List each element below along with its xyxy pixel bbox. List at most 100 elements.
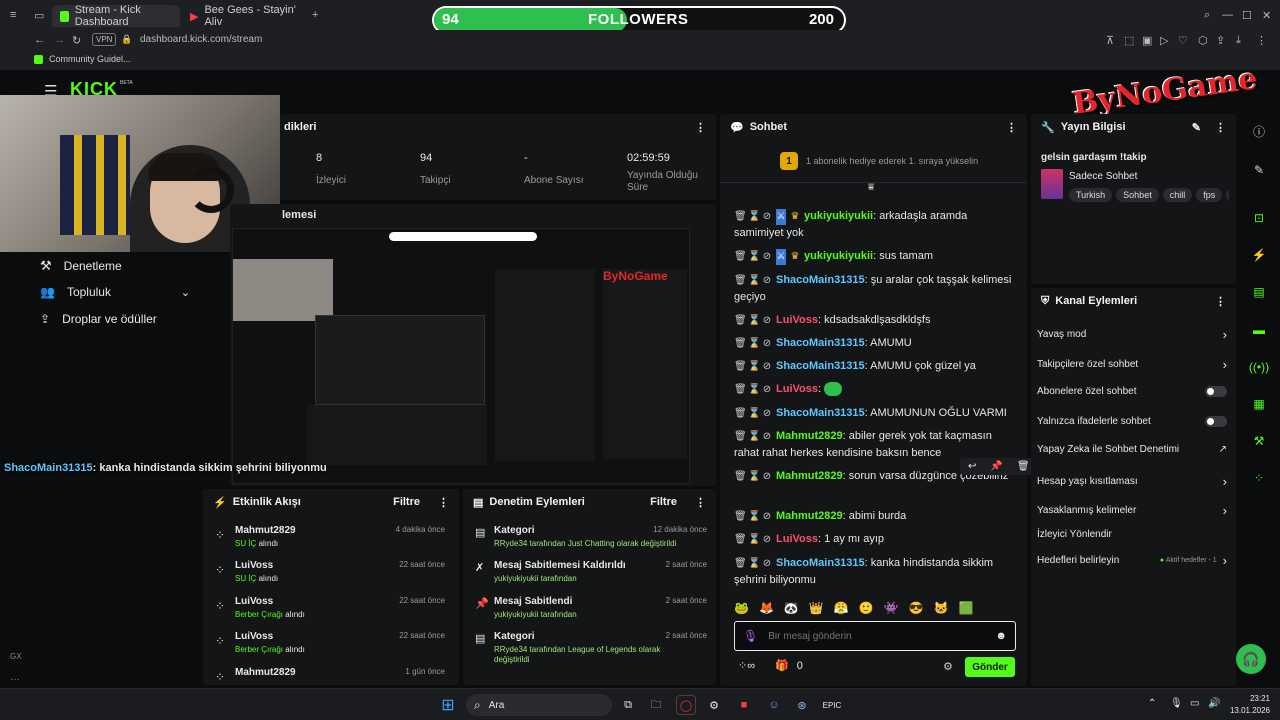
send-button[interactable]: Gönder [965,657,1015,677]
info-icon[interactable]: ⓘ [1245,119,1273,143]
trash-icon[interactable]: 🗑 [734,406,747,422]
ban-icon[interactable]: ⊘ [762,382,772,398]
vpn-badge[interactable]: VPN [92,33,117,46]
scan-icon[interactable]: ⊡ [1245,206,1273,230]
chat-message[interactable]: 🗑⌛ ⊘ Mahmut2829: abimi burda [734,508,1014,525]
toggle-switch[interactable] [1205,416,1227,427]
taskbar-clock[interactable]: 23:21 13.01.2026 [1226,693,1270,717]
timeout-icon[interactable]: ⌛ [748,249,760,265]
ban-icon[interactable]: ⊘ [762,249,772,265]
steam-icon[interactable]: ⊛ [792,695,812,715]
timeout-icon[interactable]: ⌛ [748,556,760,572]
timeout-icon[interactable]: ⌛ [748,273,760,289]
document-icon[interactable]: ▤ [1245,280,1273,304]
chat-message-input[interactable] [768,630,986,642]
activity-filter-button[interactable]: Filtre [393,496,420,508]
chat-username[interactable]: Mahmut2829 [776,430,843,442]
reply-icon[interactable]: ↩ [968,461,976,472]
timeout-icon[interactable]: ⌛ [748,359,760,375]
trash-icon[interactable]: 🗑 [734,509,747,525]
channel-actions-menu-icon[interactable]: ⋮ [1215,295,1226,308]
task-view-icon[interactable]: ⧉ [618,695,638,715]
pin-icon[interactable]: ⊼ [1106,34,1114,47]
tab-kick-dashboard[interactable]: Stream - Kick Dashboard [52,4,180,28]
ban-icon[interactable]: ⊘ [762,359,772,375]
activity-item[interactable]: ⁘ LuiVoss 22 saat önce Berber Çırağı alındı [205,628,455,662]
share-icon[interactable]: ⇪ [1216,34,1225,47]
chat-message[interactable]: 🗑⌛ ⊘ ShacoMain31315: AMUMU [734,335,1014,352]
timeout-icon[interactable]: ⌛ [748,382,760,398]
chat-username[interactable]: LuiVoss [776,533,818,545]
file-explorer-icon[interactable]: 🗀 [646,695,666,715]
app-red-icon[interactable]: ■ [734,695,754,715]
epic-games-icon[interactable]: EPIC [822,695,842,715]
points-icon[interactable]: ⁘∞ [738,659,755,672]
mic-tray-icon[interactable]: 🎙 [1170,698,1183,709]
chat-username[interactable]: LuiVoss [776,383,818,395]
chat-bubble-icon[interactable]: ▬ [1245,318,1273,342]
toggle-switch[interactable] [1205,386,1227,397]
trash-icon[interactable]: 🗑 [734,359,747,375]
emote-icon[interactable]: 😎 [909,601,924,615]
emote-icon[interactable]: 🐼 [784,601,799,615]
chat-message[interactable]: 🗑⌛ ⊘ ⚔ ♛ yukiyukiyukii: sus tamam [734,248,1014,265]
activity-item[interactable]: ⁘ Mahmut2829 4 dakika önce SU İÇ alındı [205,522,455,556]
trash-icon[interactable]: 🗑 [734,382,747,398]
maximize-icon[interactable]: ☐ [1242,9,1252,22]
taskbar-search[interactable]: ⌕ Ara [466,694,612,716]
ban-icon[interactable]: ⊘ [762,313,772,329]
ban-icon[interactable]: ⊘ [762,336,772,352]
minimize-icon[interactable]: — [1222,9,1233,21]
trash-icon[interactable]: 🗑 [734,336,747,352]
sidebar-item-droplar[interactable]: ⇪ Droplar ve ödüller [40,312,157,326]
pause-scroll-icon[interactable]: ⩸ [868,182,874,193]
moderation-item[interactable]: ▤ Kategori 12 dakika önce RRyde34 tarafında… [465,522,715,558]
channel-action-item[interactable]: Hesap yaşı kısıtlaması › [1037,474,1227,489]
moderation-filter-button[interactable]: Filtre [650,496,677,508]
channel-action-item[interactable]: Abonelere özel sohbet [1037,386,1227,397]
help-headset-icon[interactable]: 🎧 [1236,644,1266,674]
emote-icon[interactable]: 🙂 [859,601,874,615]
channel-action-item[interactable]: Yasaklanmış kelimeler › [1037,503,1227,518]
chat-menu-icon[interactable]: ⋮ [1006,121,1017,134]
channel-action-item[interactable]: Yalnızca ifadelerle sohbet [1037,416,1227,427]
chat-message[interactable]: 🗑⌛ ⊘ LuiVoss: kdsadsakdlşasdkldşfs [734,312,1014,329]
sidebar-item-denetleme[interactable]: ⚒ Denetleme [40,258,122,274]
timeout-icon[interactable]: ⌛ [748,406,760,422]
trash-icon[interactable]: 🗑 [734,209,747,225]
moderation-item[interactable]: ▤ Kategori 2 saat önce RRyde34 tarafından L… [465,628,715,664]
chat-input-box[interactable]: 🎙 ☻ [734,621,1016,651]
ban-icon[interactable]: ⊘ [762,556,772,572]
chat-username[interactable]: ShacoMain31315 [776,360,865,372]
download-icon[interactable]: ⤓ [1236,34,1241,47]
ban-icon[interactable]: ⊘ [762,209,772,225]
chat-settings-icon[interactable]: ⚙ [943,660,953,673]
delete-icon[interactable]: 🗑 [1017,461,1030,472]
network-icon[interactable]: ▭ [1190,698,1199,709]
gift-icon[interactable]: 🎁 [775,659,789,672]
moderation-item[interactable]: 📌 Mesaj Sabitlendi 2 saat önce yukiyukiyuki… [465,593,715,629]
trash-icon[interactable]: 🗑 [734,313,747,329]
chat-message[interactable]: 🗑⌛ ⊘ ShacoMain31315: kanka hindistanda sik… [734,555,1014,588]
pin-message-icon[interactable]: 📌 [990,461,1002,472]
trash-icon[interactable]: 🗑 [734,249,747,265]
close-icon[interactable]: ✕ [1262,9,1271,22]
timeout-icon[interactable]: ⌛ [748,429,760,445]
timeout-icon[interactable]: ⌛ [748,509,760,525]
emote-icon[interactable]: 🟩 [959,601,974,615]
search-icon[interactable]: ⌕ [1204,9,1210,22]
chat-username[interactable]: Mahmut2829 [776,470,843,482]
chat-message[interactable]: 🗑⌛ ⊘ Mahmut2829: abiler gerek yok tat kaçm… [734,428,1014,461]
sub-gift-leaderboard[interactable]: 1 1 abonelik hediye ederek 1. sıraya yük… [780,152,978,170]
trash-icon[interactable]: 🗑 [734,532,747,548]
chat-username[interactable]: yukiyukiyukii [804,250,873,262]
chat-message[interactable]: 🗑⌛ ⊘ LuiVoss: 1 ay mı ayıp [734,531,1014,548]
timeout-icon[interactable]: ⌛ [748,336,760,352]
ban-icon[interactable]: ⊘ [762,406,772,422]
url-field[interactable]: dashboard.kick.com/stream [140,34,262,45]
channel-action-item[interactable]: Hedefleri belirleyin ● Aktif hedefler - 1… [1037,553,1227,568]
ban-icon[interactable]: ⊘ [762,273,772,289]
emoji-picker-icon[interactable]: ☻ [995,630,1007,642]
stream-info-menu-icon[interactable]: ⋮ [1215,121,1226,134]
edit-pencil-icon[interactable]: ✎ [1245,158,1273,182]
